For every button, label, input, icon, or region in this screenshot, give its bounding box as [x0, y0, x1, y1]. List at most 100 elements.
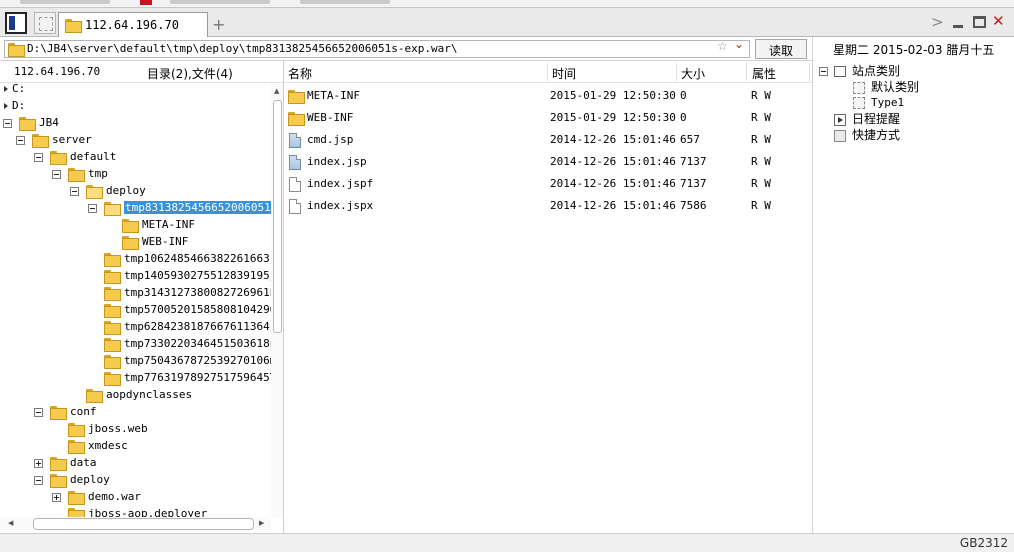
chevron-down-icon[interactable]: ⌄: [734, 37, 744, 51]
star-icon[interactable]: ☆: [717, 39, 728, 53]
file-time: 2014-12-26 15:01:46: [550, 133, 676, 146]
shortcut-node[interactable]: 快捷方式: [834, 127, 900, 143]
column-attr[interactable]: 属性: [752, 65, 776, 82]
tree-node-label: tmp3143127380082726961hp: [124, 286, 283, 299]
shortcut-icon: [834, 129, 846, 142]
tree-node[interactable]: deploy: [34, 472, 110, 489]
collapse-icon[interactable]: [819, 67, 828, 76]
status-bar: GB2312: [0, 533, 1014, 552]
column-size[interactable]: 大小: [681, 65, 705, 82]
close-button[interactable]: ✕: [992, 12, 1005, 30]
file-row[interactable]: WEB-INF 2015-01-29 12:50:30 0 R W: [284, 107, 812, 129]
collapse-icon[interactable]: [34, 475, 43, 485]
blank-page-icon[interactable]: [34, 12, 56, 34]
file-time: 2014-12-26 15:01:46: [550, 155, 676, 168]
default-category-node[interactable]: 默认类别: [853, 79, 919, 95]
tree-node[interactable]: aopdynclasses: [86, 387, 192, 404]
scroll-right-icon[interactable]: ▶: [259, 519, 264, 527]
file-row[interactable]: index.jspf 2014-12-26 15:01:46 7137 R W: [284, 173, 812, 195]
tree-node[interactable]: tmp1062485466382261663jb: [104, 251, 283, 268]
tree-node-label: tmp7763197892751759645Tr: [124, 371, 283, 384]
tree-node[interactable]: WEB-INF: [122, 234, 188, 251]
tab-host[interactable]: 112.64.196.70: [58, 12, 208, 38]
tree-node[interactable]: tmp7763197892751759645Tr: [104, 370, 283, 387]
file-name: index.jspx: [307, 199, 374, 212]
expand-icon[interactable]: [34, 458, 43, 468]
tree-node[interactable]: tmp7504367872539270106ma: [104, 353, 283, 370]
file-row[interactable]: META-INF 2015-01-29 12:50:30 0 R W: [284, 85, 812, 107]
tree-node[interactable]: demo.war: [52, 489, 141, 506]
default-category-label: 默认类别: [871, 80, 920, 94]
shortcut-label: 快捷方式: [852, 128, 901, 142]
tree-node-label: tmp7330220346451503618nI: [124, 337, 283, 350]
expand-arrow-icon[interactable]: [4, 103, 8, 109]
panel-toggle-icon[interactable]: [5, 12, 27, 34]
tree-node[interactable]: tmp6284238187667611364jb: [104, 319, 283, 336]
minimize-button[interactable]: [953, 25, 963, 28]
tree-node[interactable]: tmp: [52, 166, 108, 183]
folder-icon: [288, 90, 305, 104]
schedule-node[interactable]: 日程提醒: [834, 111, 900, 127]
add-tab-button[interactable]: +: [212, 15, 225, 34]
folder-icon: [104, 287, 121, 301]
tree-node[interactable]: tmp8313825456652006051s: [88, 200, 279, 217]
tree-node[interactable]: JB4: [3, 115, 59, 132]
file-name: index.jspf: [307, 177, 374, 190]
chevron-right-icon[interactable]: >: [931, 13, 944, 31]
blank-item-icon: [853, 81, 865, 94]
tree-node-label: C:: [12, 82, 26, 95]
tree-node-label: tmp1062485466382261663jb: [124, 252, 283, 265]
type1-node[interactable]: Type1: [853, 95, 904, 111]
collapse-icon[interactable]: [70, 186, 79, 196]
tree-node[interactable]: server: [16, 132, 92, 149]
collapse-icon[interactable]: [3, 118, 12, 128]
tree-node[interactable]: D:: [4, 98, 25, 115]
tree-node[interactable]: META-INF: [122, 217, 195, 234]
collapse-icon[interactable]: [52, 169, 61, 179]
type1-label: Type1: [871, 96, 905, 109]
file-row[interactable]: index.jsp 2014-12-26 15:01:46 7137 R W: [284, 151, 812, 173]
file-size: 7586: [680, 199, 707, 212]
site-category-node[interactable]: 站点类别: [819, 63, 900, 79]
tree-node[interactable]: jboss.web: [68, 421, 148, 438]
maximize-button[interactable]: [973, 16, 986, 28]
collapse-icon[interactable]: [88, 203, 97, 213]
folder-icon: [50, 474, 67, 488]
read-button[interactable]: 读取: [755, 39, 807, 59]
path-text: D:\JB4\server\default\tmp\deploy\tmp8313…: [27, 42, 458, 55]
collapse-icon[interactable]: [34, 152, 43, 162]
scroll-left-icon[interactable]: ◀: [8, 519, 13, 527]
vertical-scroll-thumb[interactable]: [273, 100, 282, 333]
tree-node-label: tmp1405930275512839195jb: [124, 269, 283, 282]
tree-node[interactable]: tmp3143127380082726961hp: [104, 285, 283, 302]
tree-node[interactable]: deploy: [70, 183, 146, 200]
file-time: 2014-12-26 15:01:46: [550, 177, 676, 190]
top-cutoff-strip: [0, 0, 1014, 8]
tree-node-label: conf: [70, 405, 97, 418]
file-attr: R W: [751, 199, 771, 212]
column-name[interactable]: 名称: [288, 65, 312, 82]
tree-node[interactable]: C:: [4, 81, 25, 98]
collapse-icon[interactable]: [16, 135, 25, 145]
tree-node[interactable]: conf: [34, 404, 97, 421]
horizontal-scroll-thumb[interactable]: [33, 518, 254, 530]
file-row[interactable]: index.jspx 2014-12-26 15:01:46 7586 R W: [284, 195, 812, 217]
file-row[interactable]: cmd.jsp 2014-12-26 15:01:46 657 R W: [284, 129, 812, 151]
blank-item-icon: [853, 97, 865, 109]
tree-node[interactable]: data: [34, 455, 97, 472]
tree-node-label: META-INF: [142, 218, 195, 231]
path-input[interactable]: D:\JB4\server\default\tmp\deploy\tmp8313…: [4, 40, 750, 58]
expand-arrow-icon[interactable]: [4, 86, 8, 92]
tree-node[interactable]: default: [34, 149, 116, 166]
scroll-up-icon[interactable]: ▲: [274, 87, 279, 95]
collapse-icon[interactable]: [34, 407, 43, 417]
tree-node[interactable]: tmp5700520158580810429OR: [104, 302, 283, 319]
file-attr: R W: [751, 89, 771, 102]
tree-node[interactable]: tmp1405930275512839195jb: [104, 268, 283, 285]
tree-node[interactable]: tmp7330220346451503618nI: [104, 336, 283, 353]
expand-icon[interactable]: [52, 492, 61, 502]
column-time[interactable]: 时间: [552, 65, 576, 82]
tab-bar: 112.64.196.70 + > ✕: [0, 8, 1014, 38]
folder-icon: [8, 43, 25, 57]
tree-node[interactable]: xmdesc: [68, 438, 128, 455]
